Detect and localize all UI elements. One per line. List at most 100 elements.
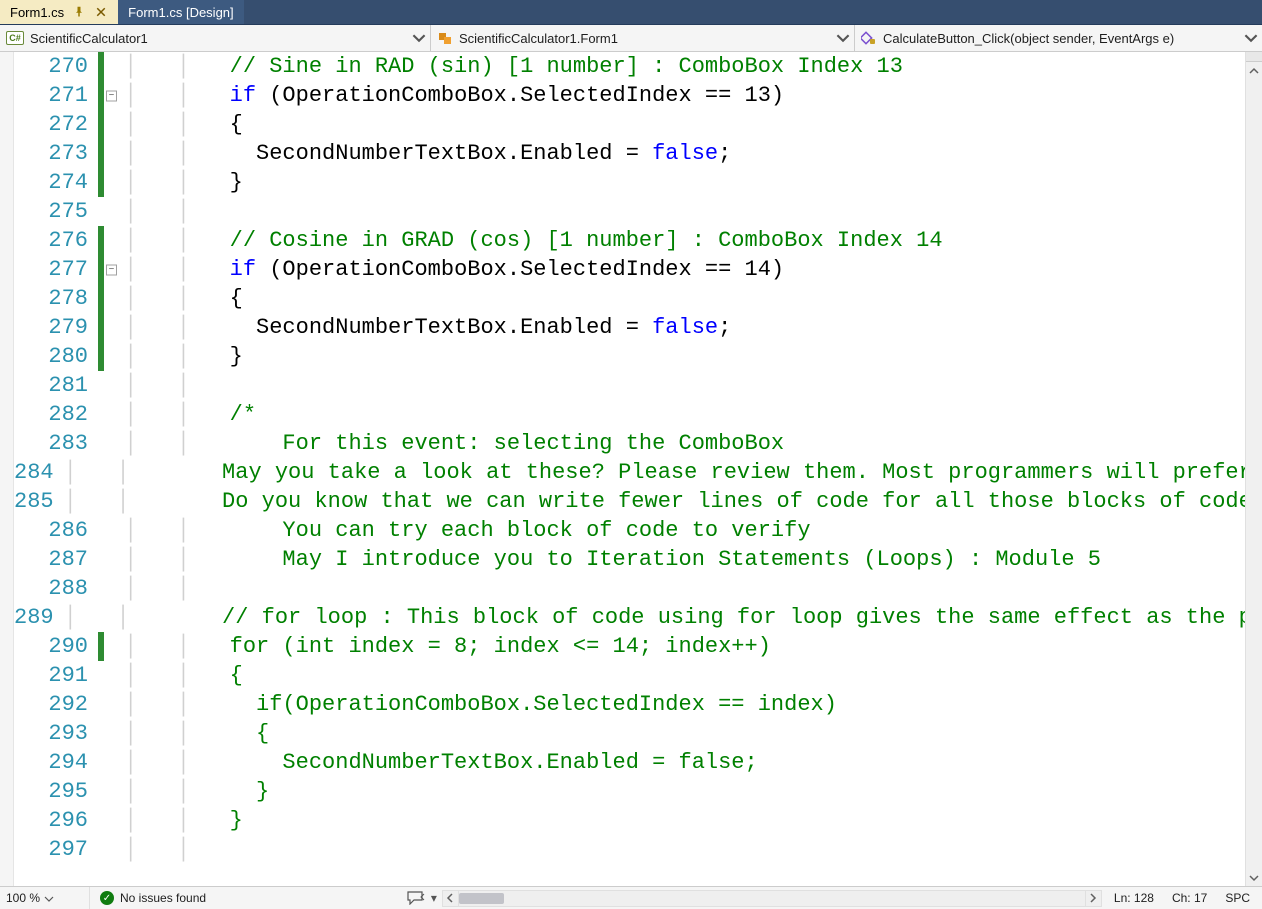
code-text[interactable]: │ │ // Sine in RAD (sin) [1 number] : Co… [124,54,1262,79]
feedback-icon[interactable]: ▾ [402,891,442,905]
code-line[interactable]: 281│ │ [14,371,1262,400]
change-stripe [98,632,104,661]
code-line[interactable]: 292│ │ if(OperationComboBox.SelectedInde… [14,690,1262,719]
code-text[interactable]: │ │ [124,373,1262,398]
collapse-toggle-icon[interactable]: − [106,264,117,275]
change-stripe [98,197,104,226]
code-line[interactable]: 276 │ │ // Cosine in GRAD (cos) [1 number… [14,226,1262,255]
code-text[interactable]: │ │ // for loop : This block of code usi… [64,605,1262,630]
code-line[interactable]: 295│ │ } [14,777,1262,806]
code-text[interactable]: │ │ May I introduce you to Iteration Sta… [124,547,1262,572]
code-line[interactable]: 273 │ │ SecondNumberTextBox.Enabled = fal… [14,139,1262,168]
code-line[interactable]: 271−│ │ if (OperationComboBox.SelectedIn… [14,81,1262,110]
code-text[interactable]: │ │ // Cosine in GRAD (cos) [1 number] :… [124,228,1262,253]
line-number: 271 [14,83,98,108]
tab-form1-design[interactable]: Form1.cs [Design] [118,0,243,24]
issues-indicator[interactable]: ✓ No issues found [90,891,216,905]
code-line[interactable]: 272│ │ { [14,110,1262,139]
project-scope-dropdown[interactable]: C# ScientificCalculator1 [0,25,430,51]
scroll-left-icon[interactable] [442,890,459,907]
code-text[interactable]: │ │ { [124,721,1262,746]
whitespace-mode: SPC [1225,891,1250,905]
change-stripe [98,342,104,371]
code-text[interactable]: │ │ For this event: selecting the ComboB… [124,431,1262,456]
code-line[interactable]: 286│ │ You can try each block of code to… [14,516,1262,545]
code-line[interactable]: 283│ │ For this event: selecting the Com… [14,429,1262,458]
csharp-project-icon: C# [6,31,24,45]
collapse-toggle-icon[interactable]: − [106,90,117,101]
code-line[interactable]: 277−│ │ if (OperationComboBox.SelectedIn… [14,255,1262,284]
line-number: 293 [14,721,98,746]
code-text[interactable]: │ │ if(OperationComboBox.SelectedIndex =… [124,692,1262,717]
line-number: 297 [14,837,98,862]
tab-form1-cs[interactable]: Form1.cs [0,0,118,24]
hscroll-thumb[interactable] [459,893,504,904]
line-number: 276 [14,228,98,253]
code-line[interactable]: 285│ │ Do you know that we can write few… [14,487,1262,516]
code-text[interactable]: │ │ SecondNumberTextBox.Enabled = false; [124,315,1262,340]
code-text[interactable]: │ │ SecondNumberTextBox.Enabled = false; [124,141,1262,166]
code-text[interactable]: │ │ { [124,663,1262,688]
code-line[interactable]: 288│ │ [14,574,1262,603]
class-icon [437,31,453,45]
code-text[interactable]: │ │ [124,576,1262,601]
code-line[interactable]: 278│ │ { [14,284,1262,313]
line-number: 296 [14,808,98,833]
scroll-down-icon[interactable] [1246,869,1262,886]
split-handle[interactable] [1246,52,1262,62]
zoom-dropdown[interactable]: 100 % [0,887,90,909]
code-text[interactable]: │ │ May you take a look at these? Please… [64,460,1262,485]
code-line[interactable]: 294│ │ SecondNumberTextBox.Enabled = fal… [14,748,1262,777]
code-text[interactable]: │ │ [124,837,1262,862]
change-stripe [98,81,104,110]
code-text[interactable]: │ │ if (OperationComboBox.SelectedIndex … [124,257,1262,282]
code-line[interactable]: 287│ │ May I introduce you to Iteration … [14,545,1262,574]
code-line[interactable]: 279│ │ SecondNumberTextBox.Enabled = fal… [14,313,1262,342]
code-text[interactable]: │ │ for (int index = 8; index <= 14; ind… [124,634,1262,659]
code-line[interactable]: 270│ │ // Sine in RAD (sin) [1 number] :… [14,52,1262,81]
code-line[interactable]: 296 │ │ } [14,806,1262,835]
code-text[interactable]: │ │ } [124,344,1262,369]
scroll-track[interactable] [1246,69,1262,869]
code-text[interactable]: │ │ You can try each block of code to ve… [124,518,1262,543]
code-text[interactable]: │ │ /* [124,402,1262,427]
close-icon[interactable] [94,5,108,19]
horizontal-scrollbar[interactable] [442,887,1102,909]
zoom-value: 100 % [6,891,40,905]
change-stripe [98,400,104,429]
code-line[interactable]: 289│ │ // for loop : This block of code … [14,603,1262,632]
code-line[interactable]: 290│ │ for (int index = 8; index <= 14; … [14,632,1262,661]
code-text[interactable]: │ │ } [124,779,1262,804]
code-editor[interactable]: 270│ │ // Sine in RAD (sin) [1 number] :… [0,52,1262,886]
hscroll-track[interactable] [459,890,1085,907]
change-stripe [98,429,104,458]
code-line[interactable]: 275│ │ [14,197,1262,226]
code-area[interactable]: 270│ │ // Sine in RAD (sin) [1 number] :… [14,52,1262,886]
code-text[interactable]: │ │ } [124,808,1262,833]
vertical-scrollbar[interactable] [1245,52,1262,886]
code-text[interactable]: │ │ if (OperationComboBox.SelectedIndex … [124,83,1262,108]
code-text[interactable]: │ │ SecondNumberTextBox.Enabled = false; [124,750,1262,775]
line-number: 273 [14,141,98,166]
code-line[interactable]: 280│ │ } [14,342,1262,371]
code-text[interactable]: │ │ { [124,286,1262,311]
code-line[interactable]: 274│ │ } [14,168,1262,197]
code-line[interactable]: 293 │ │ { [14,719,1262,748]
code-text[interactable]: │ │ Do you know that we can write fewer … [64,489,1262,514]
code-line[interactable]: 291│ │ { [14,661,1262,690]
code-line[interactable]: 284│ │ May you take a look at these? Ple… [14,458,1262,487]
change-stripe [98,516,104,545]
code-text[interactable]: │ │ [124,199,1262,224]
line-number: 289 [14,605,64,630]
class-scope-label: ScientificCalculator1.Form1 [459,31,618,46]
member-scope-dropdown[interactable]: CalculateButton_Click(object sender, Eve… [855,25,1262,51]
change-stripe [98,313,104,342]
code-line[interactable]: 297 │ │ [14,835,1262,864]
code-line[interactable]: 282│ │ /* [14,400,1262,429]
code-text[interactable]: │ │ { [124,112,1262,137]
scroll-right-icon[interactable] [1085,890,1102,907]
class-scope-dropdown[interactable]: ScientificCalculator1.Form1 [431,25,854,51]
tab-label: Form1.cs [10,5,64,20]
pin-icon[interactable] [72,5,86,19]
code-text[interactable]: │ │ } [124,170,1262,195]
